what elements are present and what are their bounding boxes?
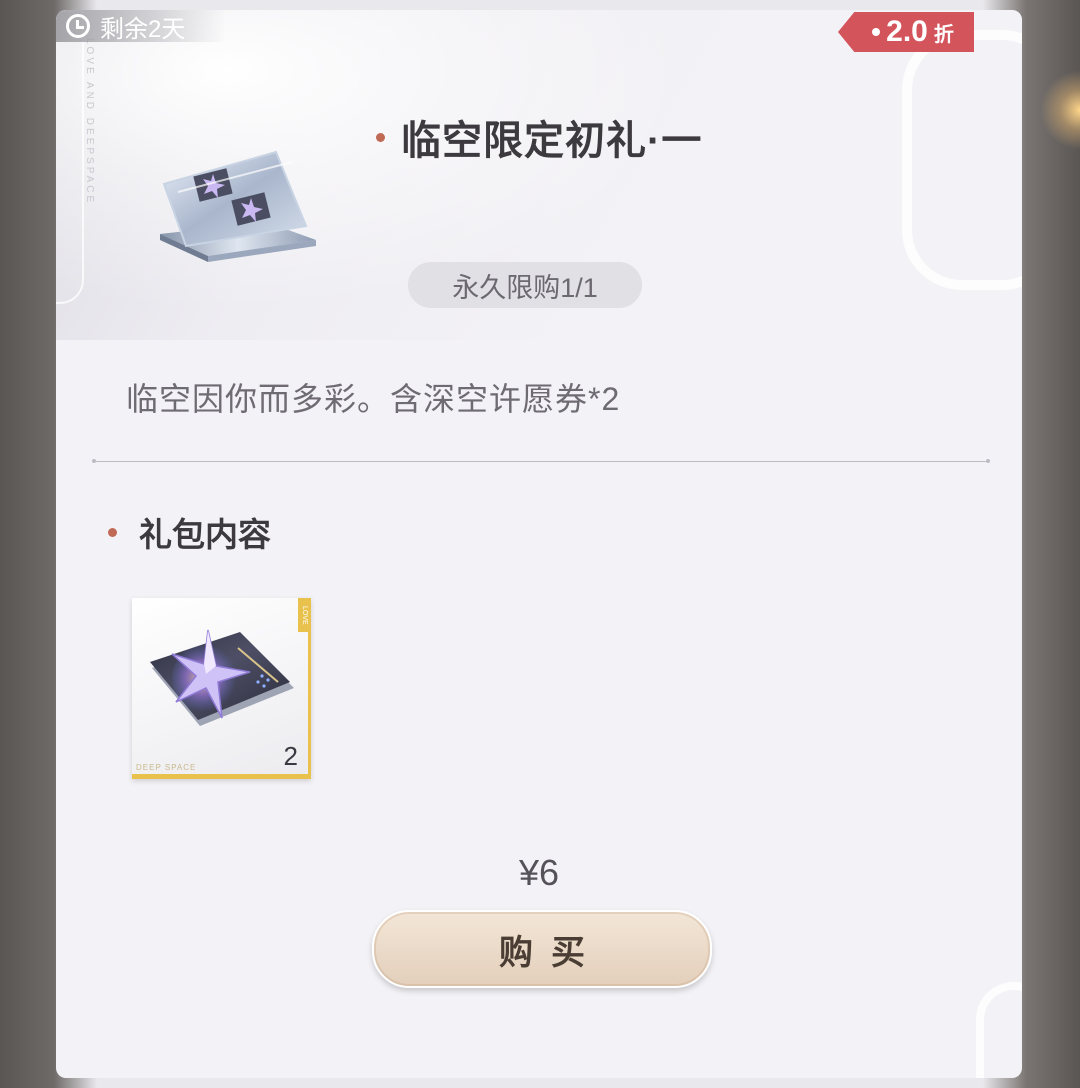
contents-header: 礼包内容 [108,508,271,556]
wish-ticket-icon [150,629,294,726]
item-card-wish-ticket[interactable]: LOVE DEEP SPACE 2 [132,598,311,779]
bullet-dot [108,527,117,537]
contents-title: 礼包内容 [139,516,271,553]
section-divider [92,459,990,463]
background-glow [1040,70,1080,150]
item-count: 2 [283,741,298,771]
remaining-time-badge: 剩余2天 [56,10,226,43]
bullet-dot [376,132,385,142]
pack-title-row: 临空限定初礼·一 [376,108,702,166]
item-rarity-tag: LOVE [298,598,308,632]
decorative-arc [902,30,1022,290]
discount-dot [872,28,881,36]
price-label: ¥6 [518,852,560,893]
purchase-limit-badge: 永久限购1/1 [408,262,642,308]
discount-badge: 2.0 折 [838,12,974,52]
clock-icon [66,14,90,38]
deco-brand-text: LOVE AND DEEPSPACE [84,38,95,206]
discount-value: 2.0 [886,15,928,48]
pack-title: 临空限定初礼·一 [401,119,703,163]
discount-unit: 折 [933,23,954,46]
remaining-time-text: 剩余2天 [100,15,186,43]
gift-pack-icon [156,142,320,262]
decorative-arc-bottom [976,982,1022,1078]
decorative-frame-line [56,10,84,304]
gift-pack-panel: LOVE AND DEEPSPACE 剩余2天 2.0 折 临空限定初礼·一 永… [56,10,1022,1078]
item-brand-text: DEEP SPACE [136,763,197,772]
buy-button[interactable]: 购买 [372,910,712,988]
pack-description: 临空因你而多彩。含深空许愿券*2 [126,381,621,417]
